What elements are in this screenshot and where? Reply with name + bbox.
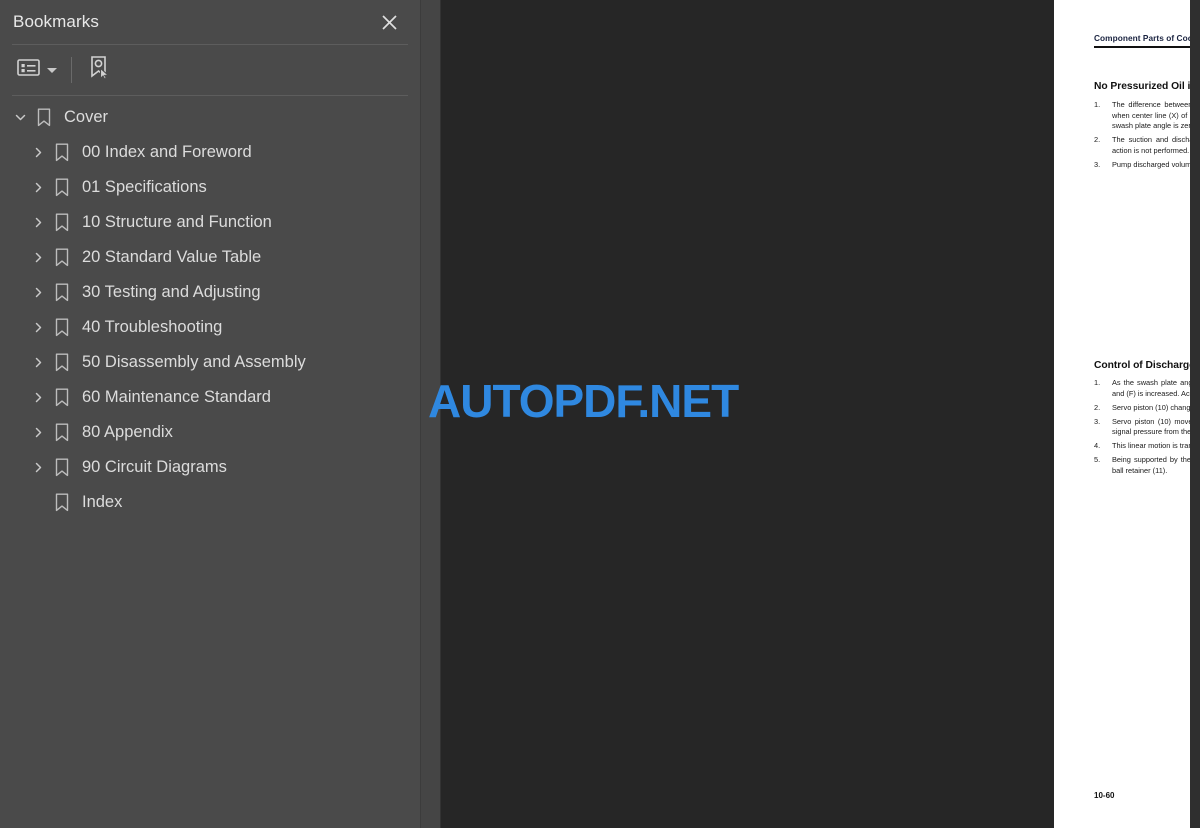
bookmark-icon <box>50 240 74 275</box>
bookmark-item[interactable]: 10 Structure and Function <box>0 205 420 240</box>
bookmark-label: 50 Disassembly and Assembly <box>82 353 306 371</box>
numbered-list-item: 1. The difference between volumes (E) and… <box>1094 100 1200 132</box>
bookmark-label: 30 Testing and Adjusting <box>82 283 261 301</box>
document-viewer[interactable]: Component Parts of Cooling System 10 Str… <box>441 0 1200 828</box>
toolbar-divider <box>12 95 408 96</box>
page-running-header: Component Parts of Cooling System 10 Str… <box>1094 33 1200 43</box>
panel-resize-handle[interactable] <box>420 0 441 828</box>
list-item-number: 3. <box>1094 416 1101 426</box>
list-item-text: This linear motion is transmitted to the… <box>1112 441 1200 451</box>
bookmarks-panel: Bookmarks Cover 00 Index and Foreword 01… <box>0 0 420 828</box>
bookmark-icon <box>50 310 74 345</box>
chevron-right-icon[interactable] <box>26 135 50 170</box>
page-footer: 10-60 D375A-8 <box>1094 791 1200 800</box>
bookmark-label: 60 Maintenance Standard <box>82 388 271 406</box>
bookmark-label: Cover <box>64 108 109 126</box>
numbered-list-item: 3. Servo piston (10) moves in a linear re… <box>1094 417 1200 438</box>
chevron-right-icon[interactable] <box>26 450 50 485</box>
chevron-down-icon <box>47 67 57 73</box>
numbered-list-item: 2. The suction and discharge of pressuriz… <box>1094 135 1200 156</box>
bookmark-label: 90 Circuit Diagrams <box>82 458 227 476</box>
list-item-text: Servo piston (10) changes the swash plat… <box>1112 402 1200 412</box>
chevron-right-icon[interactable] <box>26 205 50 240</box>
bookmark-item[interactable]: 90 Circuit Diagrams <box>0 450 420 485</box>
chevron-right-icon[interactable] <box>26 275 50 310</box>
bookmark-icon <box>50 275 74 310</box>
bookmark-label: 40 Troubleshooting <box>82 318 223 336</box>
chevron-right-icon[interactable] <box>26 345 50 380</box>
bookmark-icon <box>50 450 74 485</box>
close-icon[interactable] <box>376 9 402 35</box>
new-bookmark-button[interactable] <box>85 53 114 87</box>
list-item-text: Pump discharged volume is in proportion … <box>1112 159 1200 169</box>
chevron-right-icon[interactable] <box>26 380 50 415</box>
bookmark-label: 10 Structure and Function <box>82 213 272 231</box>
bookmark-item[interactable]: 00 Index and Foreword <box>0 135 420 170</box>
bookmark-tree: Cover 00 Index and Foreword 01 Specificati… <box>0 100 420 520</box>
chevron-right-icon[interactable] <box>26 310 50 345</box>
bookmarks-panel-header: Bookmarks <box>0 0 420 44</box>
list-item-number: 1. <box>1094 100 1101 109</box>
section-1-list: 1. The difference between volumes (E) and… <box>1094 100 1200 174</box>
list-item-text: Servo piston (10) moves in a linear reci… <box>1112 416 1200 437</box>
list-item-text: The suction and discharge of pressurized… <box>1112 135 1200 155</box>
numbered-list-item: 1. As the swash plate angle (a) is increa… <box>1094 378 1200 399</box>
bookmark-item[interactable]: 20 Standard Value Table <box>0 240 420 275</box>
list-item-number: 1. <box>1094 378 1101 387</box>
bookmark-item[interactable]: 60 Maintenance Standard <box>0 380 420 415</box>
page-number: 10-60 <box>1094 791 1115 800</box>
bookmark-icon <box>50 135 74 170</box>
numbered-list-item: 5. Being supported by the ball retainer (… <box>1094 455 1200 476</box>
list-item-text: The difference between volumes (E) and (… <box>1112 100 1200 131</box>
list-item-number: 2. <box>1094 135 1101 145</box>
toolbar-separator <box>71 57 72 83</box>
section-1-title: No Pressurized Oil is Suctioned In or Di… <box>1094 81 1200 92</box>
viewer-scrollbar[interactable] <box>1190 0 1200 828</box>
twisty-placeholder <box>26 485 50 520</box>
bookmark-label: 01 Specifications <box>82 178 207 196</box>
bookmark-item[interactable]: Cover <box>0 100 420 135</box>
list-item-number: 2. <box>1094 402 1101 412</box>
bookmark-label: Index <box>82 493 123 511</box>
bookmark-icon <box>50 345 74 380</box>
chevron-right-icon[interactable] <box>26 415 50 450</box>
bookmark-item[interactable]: 50 Disassembly and Assembly <box>0 345 420 380</box>
list-item-text: Being supported by the ball retainer (11… <box>1112 455 1200 475</box>
numbered-list-item: 3. Pump discharged volume is in proportio… <box>1094 160 1200 171</box>
numbered-list-item: 2. Servo piston (10) changes the swash pl… <box>1094 403 1200 414</box>
header-rule <box>1094 46 1200 48</box>
bookmark-item[interactable]: 01 Specifications <box>0 170 420 205</box>
list-item-number: 4. <box>1094 441 1101 451</box>
bookmark-label: 20 Standard Value Table <box>82 248 262 266</box>
pdf-page: Component Parts of Cooling System 10 Str… <box>1054 0 1200 828</box>
bookmark-icon <box>50 380 74 415</box>
pdf-viewer-window: Bookmarks Cover 00 Index and Foreword 01… <box>0 0 1200 828</box>
bookmark-item[interactable]: 30 Testing and Adjusting <box>0 275 420 310</box>
section-2-list: 1. As the swash plate angle (a) is increa… <box>1094 378 1200 480</box>
section-2-title: Control of Discharged Volume <box>1094 360 1200 371</box>
bookmark-label: 00 Index and Foreword <box>82 143 252 161</box>
bookmark-icon <box>50 415 74 450</box>
header-left-text: Component Parts of Cooling System <box>1094 33 1200 43</box>
list-options-button[interactable] <box>14 53 60 87</box>
list-options-icon <box>17 58 40 82</box>
bookmark-icon <box>50 170 74 205</box>
bookmark-icon <box>32 100 56 135</box>
chevron-down-icon[interactable] <box>8 100 32 135</box>
list-item-number: 5. <box>1094 455 1101 465</box>
bookmark-icon <box>50 485 74 520</box>
bookmark-item[interactable]: 40 Troubleshooting <box>0 310 420 345</box>
bookmark-icon <box>50 205 74 240</box>
new-bookmark-icon <box>88 55 111 85</box>
list-item-number: 3. <box>1094 159 1101 169</box>
list-item-text: As the swash plate angle (a) is increase… <box>1112 378 1200 398</box>
bookmark-item[interactable]: 80 Appendix <box>0 415 420 450</box>
numbered-list-item: 4. This linear motion is transmitted to t… <box>1094 441 1200 452</box>
bookmark-item[interactable]: Index <box>0 485 420 520</box>
panel-title: Bookmarks <box>13 12 99 31</box>
chevron-right-icon[interactable] <box>26 170 50 205</box>
bookmarks-toolbar <box>0 45 420 95</box>
chevron-right-icon[interactable] <box>26 240 50 275</box>
bookmark-label: 80 Appendix <box>82 423 173 441</box>
